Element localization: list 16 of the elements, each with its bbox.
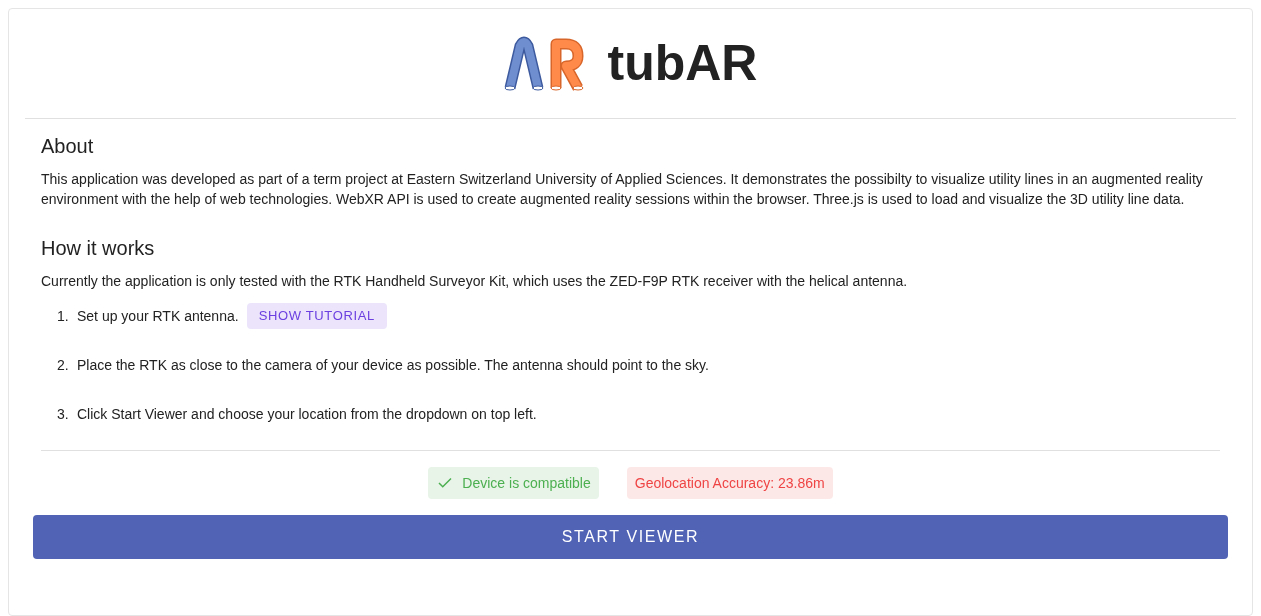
about-paragraph: This application was developed as part of a term project at Eastern Switzerland University of Applied Sciences. It demonstrates the possibilty to visualize utility lines in an augmented reality environment with the help of web technologies. WebXR API is used to create augmented reality sessions within the browser. Three.js is used to load and visualize the 3D utility line data. [41,170,1204,209]
intro-paragraph: Currently the application is only tested with the RTK Handheld Surveyor Kit, which uses the ZED-F9P RTK receiver with the helical antenna. [41,272,909,291]
step-text: Set up your RTK antenna. [77,306,239,326]
step-number: 3. [57,404,70,424]
section-heading: How it works [41,236,156,261]
app-title: tubAR [607,34,758,93]
section-heading: About [41,134,95,159]
start-viewer-button[interactable]: START VIEWER [33,515,1228,559]
step-number: 1. [57,306,70,326]
step-text: Place the RTK as close to the camera of your device as possible. The antenna should point to the sky. [77,355,709,375]
logo-icon [503,35,584,92]
step-text: Click Start Viewer and choose your location from the dropdown on top left. [77,404,537,424]
step-number: 2. [57,355,70,375]
show-tutorial-button[interactable]: SHOW TUTORIAL [246,303,387,329]
status-chip: Device is compatible [428,467,599,499]
status-chip: Geolocation Accuracy: 23.86m [626,467,833,499]
